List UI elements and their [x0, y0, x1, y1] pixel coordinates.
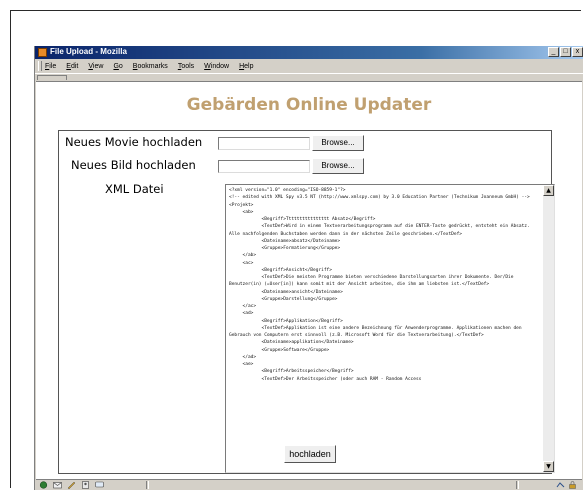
navigator-icon[interactable]: [39, 481, 48, 489]
minimize-button[interactable]: _: [548, 47, 559, 57]
page-heading: Gebärden Online Updater: [186, 95, 432, 115]
window-controls: _ □ x: [548, 47, 583, 57]
window-title: File Upload - Mozilla: [50, 47, 127, 56]
movie-file-input[interactable]: [218, 137, 310, 150]
maximize-button[interactable]: □: [560, 47, 571, 57]
status-divider: [516, 481, 519, 489]
image-file-input[interactable]: [218, 160, 310, 173]
xml-scrollbar[interactable]: ▲ ▼: [543, 185, 554, 472]
title-bar[interactable]: File Upload - Mozilla _ □ x: [35, 46, 583, 59]
page-content: Gebärden Online Updater Neues Movie hoch…: [36, 81, 582, 479]
menu-help[interactable]: Help: [239, 63, 253, 70]
image-label: Neues Bild hochladen: [71, 158, 196, 172]
menu-bar: File Edit View Go Bookmarks Tools Window…: [35, 59, 583, 73]
security-icon[interactable]: [568, 481, 577, 489]
menu-view[interactable]: View: [88, 63, 103, 70]
addressbook-icon[interactable]: [81, 481, 90, 489]
composer-icon[interactable]: [67, 481, 76, 489]
menu-bookmarks[interactable]: Bookmarks: [133, 63, 168, 70]
status-divider: [146, 481, 149, 489]
movie-browse-button[interactable]: Browse...: [312, 135, 364, 151]
toolbar-strip: [35, 73, 583, 81]
menu-go[interactable]: Go: [113, 63, 122, 70]
status-bar: [36, 479, 582, 490]
upload-button[interactable]: hochladen: [284, 445, 336, 463]
menu-tools[interactable]: Tools: [178, 63, 194, 70]
mail-icon[interactable]: [53, 481, 62, 489]
menu-window[interactable]: Window: [204, 63, 229, 70]
component-bar: [39, 481, 104, 489]
toolbar-tab[interactable]: [37, 75, 67, 80]
image-browse-button[interactable]: Browse...: [312, 158, 364, 174]
menubar-grip[interactable]: [38, 61, 42, 71]
scroll-up-arrow-icon[interactable]: ▲: [543, 185, 554, 196]
irc-icon[interactable]: [95, 481, 104, 489]
mozilla-icon: [38, 48, 47, 57]
menu-file[interactable]: File: [45, 63, 56, 70]
scroll-down-arrow-icon[interactable]: ▼: [543, 461, 554, 472]
xml-textarea[interactable]: <?xml version="1.0" encoding="ISO-8859-1…: [225, 184, 555, 473]
browser-window: File Upload - Mozilla _ □ x File Edit Vi…: [34, 46, 583, 490]
xml-content[interactable]: <?xml version="1.0" encoding="ISO-8859-1…: [229, 187, 540, 383]
online-icon[interactable]: [556, 481, 565, 489]
movie-label: Neues Movie hochladen: [65, 135, 203, 149]
menu-edit[interactable]: Edit: [66, 63, 78, 70]
xml-label: XML Datei: [105, 182, 164, 196]
close-button[interactable]: x: [572, 47, 583, 57]
